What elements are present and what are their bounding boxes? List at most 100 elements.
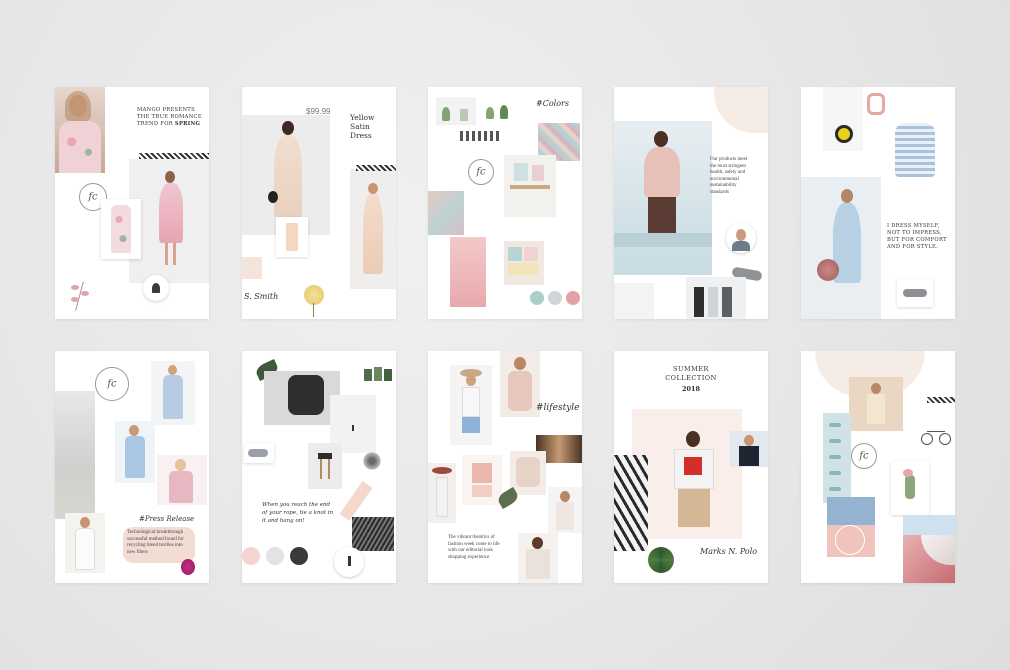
hat-model-photo [450, 365, 492, 445]
brush-card [244, 443, 274, 463]
brand-logo: fc [851, 443, 877, 469]
color-dot-2 [548, 291, 562, 305]
headline: MANGO PRESENTS THE TRUE ROMANCE TREND FO… [137, 107, 205, 128]
curl-paper-photo [903, 515, 955, 583]
quote-line-1: I DRESS MYSELF, [887, 223, 940, 229]
signature: Marks N. Polo [700, 547, 758, 556]
quote-line-2: NOT TO IMPRESS, [887, 230, 942, 236]
color-dot-1 [242, 547, 260, 565]
card-dress-myself[interactable]: I DRESS MYSELF, NOT TO IMPRESS, BUT FOR … [801, 87, 955, 319]
product-title: Yellow Satin Dress [350, 113, 394, 140]
blush-shape [714, 87, 768, 133]
plant-sprig-icon [65, 277, 95, 313]
lifestyle-line-4: shopping experience [448, 554, 490, 560]
brand-logo: fc [95, 367, 129, 401]
group-photo [686, 277, 746, 319]
workspace-photo [504, 155, 556, 217]
knit-model-photo [500, 351, 540, 417]
dried-flower-icon [356, 447, 386, 483]
white-outfit-photo [548, 487, 582, 533]
ruler-strip [460, 131, 500, 141]
card-spiral-collage[interactable]: fc [801, 351, 955, 583]
tile-pattern [428, 191, 464, 235]
card-lifestyle[interactable]: #lifestyle The vibrant theatrics of fash… [428, 351, 582, 583]
collection-title: SUMMER COLLECTION 2018 [614, 365, 768, 395]
dress-product-photo [101, 199, 141, 259]
color-dot-3 [566, 291, 580, 305]
white-dress-photo [65, 513, 105, 573]
card-press-release[interactable]: fc #Press Release Technological breakthr… [55, 351, 209, 583]
suit-photo [730, 431, 768, 467]
seashore-photo [55, 391, 95, 519]
press-heading: #Press Release [139, 515, 195, 523]
monstera-leaf-icon [648, 547, 674, 573]
cactus-photo [891, 461, 929, 515]
plants-photo [482, 99, 520, 125]
texture-photo [352, 517, 394, 551]
card-colors[interactable]: #Colors fc [428, 87, 582, 319]
card-mango-spring[interactable]: MANGO PRESENTS THE TRUE ROMANCE TREND FO… [55, 87, 209, 319]
text-line-6: standards [710, 189, 729, 195]
brand-logo: fc [468, 159, 494, 185]
brand-logo-text: fc [107, 378, 117, 390]
stool-photo [308, 443, 342, 489]
headline-line-2: THE TRUE ROMANCE [137, 114, 202, 120]
dress-product-photo [350, 165, 396, 289]
model-photo [849, 377, 903, 431]
press-bubble: Technological breakthrough successful me… [123, 527, 195, 563]
press-line-3: recycling blend textiles into [127, 543, 183, 548]
orchid-icon [181, 559, 195, 575]
reader-photo [518, 533, 558, 583]
title-line-1: SUMMER [673, 365, 709, 373]
press-line-1: Technological breakthrough [127, 530, 184, 535]
pink-tweed-photo [157, 455, 207, 505]
headline-bold: SPRING [174, 121, 201, 127]
portrait-badge [726, 223, 756, 253]
collection-year: 2018 [681, 385, 701, 393]
gingham-dress-photo [885, 115, 945, 185]
bicycle-icon [921, 423, 953, 449]
quote-text: When you reach the end of your rope, tie… [262, 501, 346, 525]
suit-model-photo [614, 121, 712, 275]
pastel-dress-photo [115, 421, 155, 483]
flower-badge [143, 275, 169, 301]
dress-model-photo [129, 159, 209, 283]
colors-heading: #Colors [536, 99, 569, 108]
pink-stairs-photo [450, 237, 486, 307]
quote-text: I DRESS MYSELF, NOT TO IMPRESS, BUT FOR … [887, 223, 951, 251]
stripe-band [927, 397, 955, 403]
title-line-3: Dress [350, 131, 372, 140]
blue-dress-photo [151, 361, 195, 425]
lifestyle-text: The vibrant theatrics of fashion week co… [448, 535, 512, 561]
card-tie-a-knot[interactable]: When you reach the end of your rope, tie… [242, 351, 396, 583]
model-photo [55, 87, 105, 173]
quote-line-2: of your rope, tie a knot in [262, 510, 334, 516]
swatch-card [276, 217, 308, 257]
lifestyle-heading: #lifestyle [536, 403, 580, 413]
title-line-2: COLLECTION [665, 374, 717, 382]
card-yellow-satin[interactable]: $99.99 Yellow Satin Dress S. Smith [242, 87, 396, 319]
sustainability-text: Our products meet the most stringent hea… [710, 157, 762, 196]
light-block [614, 283, 654, 319]
shelf-photo [436, 97, 476, 125]
spiral-binding [823, 413, 851, 503]
color-dot-1 [530, 291, 544, 305]
blue-dress-model-photo [801, 177, 881, 319]
mockup-board: MANGO PRESENTS THE TRUE ROMANCE TREND FO… [0, 0, 1010, 670]
brush-card [897, 279, 933, 307]
sunflower-icon [835, 125, 853, 143]
quote-line-4: AND FOR STYLE. [887, 244, 939, 250]
pink-outfit-photo [462, 455, 502, 505]
card-summer-collection[interactable]: SUMMER COLLECTION 2018 Marks N. Polo [614, 351, 768, 583]
brand-logo-text: fc [476, 166, 486, 178]
blush-block [242, 257, 262, 279]
brand-logo-text: fc [88, 191, 98, 203]
headline-line-1: MANGO PRESENTS [137, 107, 195, 113]
brand-logo-text: fc [859, 450, 869, 462]
cabinet-photo [504, 241, 544, 285]
color-dot-3 [290, 547, 308, 565]
tshirt-model-photo [664, 421, 726, 531]
card-sustainability[interactable]: Our products meet the most stringent hea… [614, 87, 768, 319]
walker-badge [334, 547, 364, 577]
signature: S. Smith [244, 292, 279, 301]
